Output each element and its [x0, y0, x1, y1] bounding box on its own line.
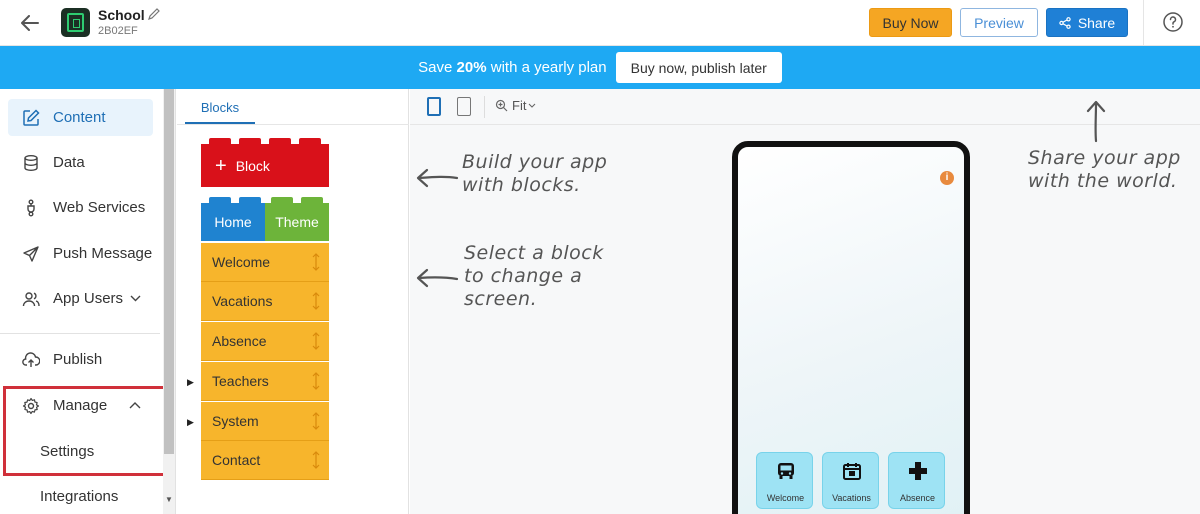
add-block-button[interactable]: + Block	[201, 138, 329, 187]
buy-now-publish-later-button[interactable]: Buy now, publish later	[615, 52, 782, 83]
tablet-view-icon[interactable]	[457, 97, 471, 116]
help-icon[interactable]	[1162, 11, 1184, 33]
plus-icon: +	[215, 154, 227, 177]
promo-text: Save 20% with a yearly plan	[418, 59, 607, 76]
drag-handle-icon[interactable]	[311, 412, 321, 430]
add-block-label: Block	[235, 157, 270, 174]
buy-now-button[interactable]: Buy Now	[869, 8, 952, 37]
share-button[interactable]: Share	[1046, 8, 1128, 37]
app-code: 2B02EF	[98, 25, 138, 37]
drag-handle-icon[interactable]	[311, 292, 321, 310]
app-logo	[61, 8, 90, 37]
theme-block-label: Theme	[275, 214, 319, 230]
promo-banner: Save 20% with a yearly plan Buy now, pub…	[0, 46, 1200, 89]
scroll-down-arrow-icon[interactable]: ▼	[164, 495, 174, 505]
sidebar-item-content[interactable]: Content	[8, 99, 153, 136]
phone-tile-welcome[interactable]: Welcome	[756, 452, 813, 509]
phone-preview: i Welcome Vacations Absence	[732, 141, 970, 514]
sidebar-divider	[0, 333, 160, 334]
app-name[interactable]: School	[98, 7, 145, 23]
theme-block[interactable]: Theme	[265, 197, 329, 241]
expand-teachers-caret-icon[interactable]: ▶	[187, 377, 194, 388]
hint-share-text: Share your app with the world.	[1028, 147, 1181, 192]
screen-block-vacations[interactable]: Vacations	[201, 282, 329, 321]
hint-arrow-up-icon	[1086, 100, 1106, 143]
drag-handle-icon[interactable]	[311, 332, 321, 350]
screen-block-absence[interactable]: Absence	[201, 322, 329, 361]
zoom-fit-dropdown[interactable]: Fit	[495, 98, 540, 113]
edit-name-pencil-icon[interactable]	[147, 7, 161, 21]
edit-icon	[23, 108, 40, 126]
hint-build-text: Build your app with blocks.	[462, 151, 608, 196]
tab-blocks[interactable]: Blocks	[185, 93, 255, 124]
phone-tile-vacations[interactable]: Vacations	[822, 452, 879, 509]
blocks-panel: Blocks + Block Home Theme Welcome Vacati…	[177, 89, 409, 514]
share-button-label: Share	[1077, 14, 1116, 31]
sidebar-item-publish[interactable]: Publish	[8, 341, 153, 378]
sidebar-item-push-message[interactable]: Push Message	[8, 235, 153, 272]
toolbar-separator	[484, 96, 485, 118]
drag-handle-icon[interactable]	[311, 253, 321, 271]
send-icon	[23, 245, 39, 262]
screen-block-system[interactable]: System	[201, 402, 329, 441]
hint-select-text: Select a block to change a screen.	[464, 242, 604, 310]
preview-canvas: Fit Build your app with blocks. Select a…	[410, 89, 1200, 514]
chevron-down-icon	[130, 295, 141, 302]
screen-block-teachers[interactable]: Teachers	[201, 362, 329, 401]
phone-tile-absence[interactable]: Absence	[888, 452, 945, 509]
phone-view-icon[interactable]	[427, 97, 441, 116]
hint-arrow-left-icon	[416, 168, 459, 188]
screen-block-contact[interactable]: Contact	[201, 441, 329, 480]
top-header: School 2B02EF Buy Now Preview Share	[0, 0, 1200, 46]
screen-block-welcome[interactable]: Welcome	[201, 243, 329, 282]
hint-arrow-left-icon	[416, 268, 459, 288]
zoom-fit-label: Fit	[512, 98, 527, 113]
back-arrow-icon[interactable]	[18, 11, 42, 35]
plug-icon	[27, 199, 35, 216]
tab-divider	[177, 124, 409, 125]
school-bus-icon	[778, 463, 794, 479]
info-icon[interactable]: i	[940, 171, 954, 185]
cloud-upload-icon	[22, 351, 40, 367]
sidebar: Content Data Web Services Push Message A…	[0, 89, 176, 514]
drag-handle-icon[interactable]	[311, 451, 321, 469]
zoom-icon	[495, 99, 508, 112]
home-block[interactable]: Home	[201, 197, 265, 241]
sidebar-item-web-services[interactable]: Web Services	[8, 189, 153, 226]
calendar-icon	[843, 463, 861, 480]
drag-handle-icon[interactable]	[311, 372, 321, 390]
canvas-toolbar: Fit	[410, 89, 1200, 125]
manage-highlight-box	[3, 386, 172, 476]
header-divider	[1143, 0, 1144, 46]
sidebar-item-integrations[interactable]: Integrations	[40, 488, 118, 505]
medical-cross-icon	[909, 462, 927, 480]
sidebar-item-data[interactable]: Data	[8, 144, 153, 181]
database-icon	[24, 154, 38, 171]
sidebar-scrollbar-thumb[interactable]	[164, 89, 174, 454]
preview-button[interactable]: Preview	[960, 8, 1038, 37]
chevron-down-icon	[529, 103, 536, 108]
share-icon	[1059, 16, 1071, 29]
sidebar-item-app-users[interactable]: App Users	[8, 280, 153, 317]
home-block-label: Home	[214, 214, 252, 230]
users-icon	[22, 291, 40, 306]
expand-system-caret-icon[interactable]: ▶	[187, 417, 194, 428]
